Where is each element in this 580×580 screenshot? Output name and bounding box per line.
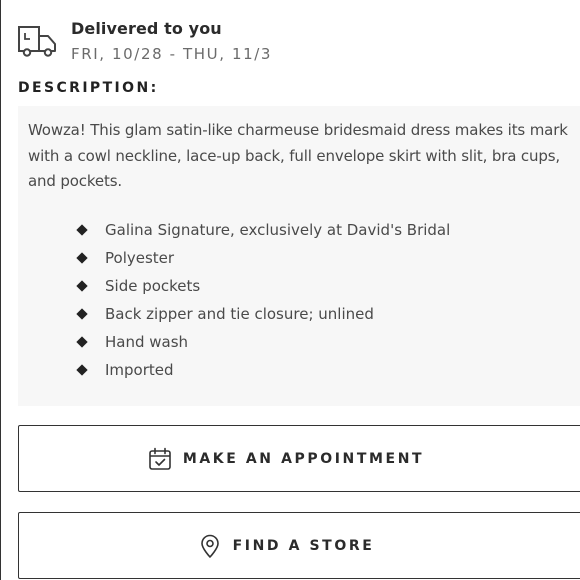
find-store-button[interactable]: FIND A STORE: [18, 512, 580, 579]
feature-label: Polyester: [105, 249, 175, 267]
product-details-panel: Delivered to you FRI, 10/28 - THU, 11/3 …: [0, 0, 580, 580]
make-appointment-label: MAKE AN APPOINTMENT: [182, 450, 425, 467]
diamond-bullet-icon: [76, 364, 88, 376]
feature-label: Side pockets: [105, 277, 201, 295]
delivery-truck-icon: [18, 26, 56, 57]
feature-item: Polyester: [76, 244, 450, 272]
feature-item: Imported: [76, 356, 450, 384]
diamond-bullet-icon: [76, 252, 88, 264]
feature-item: Back zipper and tie closure; unlined: [76, 300, 450, 328]
diamond-bullet-icon: [76, 336, 88, 348]
diamond-bullet-icon: [76, 280, 88, 292]
description-text: Wowza! This glam satin-like charmeuse br…: [28, 121, 568, 190]
diamond-bullet-icon: [76, 308, 88, 320]
location-pin-icon: [200, 534, 219, 558]
delivery-title: Delivered to you: [71, 19, 222, 38]
feature-label: Hand wash: [105, 333, 189, 351]
make-appointment-button[interactable]: MAKE AN APPOINTMENT: [18, 425, 580, 492]
calendar-check-icon: [149, 447, 171, 470]
feature-item: Galina Signature, exclusively at David's…: [76, 216, 451, 244]
find-store-label: FIND A STORE: [232, 537, 375, 554]
feature-item: Side pockets: [76, 272, 450, 300]
delivery-dates: FRI, 10/28 - THU, 11/3: [71, 45, 273, 63]
feature-item: Hand wash: [76, 328, 450, 356]
diamond-bullet-icon: [76, 224, 88, 236]
feature-label: Imported: [105, 361, 174, 379]
description-panel: Wowza! This glam satin-like charmeuse br…: [18, 106, 580, 406]
feature-label: Back zipper and tie closure; unlined: [105, 305, 374, 323]
delivery-info: Delivered to you FRI, 10/28 - THU, 11/3: [17, 18, 272, 66]
feature-label: Galina Signature, exclusively at David's…: [105, 221, 451, 239]
description-heading: DESCRIPTION:: [18, 80, 159, 96]
feature-list: Galina Signature, exclusively at David's…: [76, 216, 451, 384]
